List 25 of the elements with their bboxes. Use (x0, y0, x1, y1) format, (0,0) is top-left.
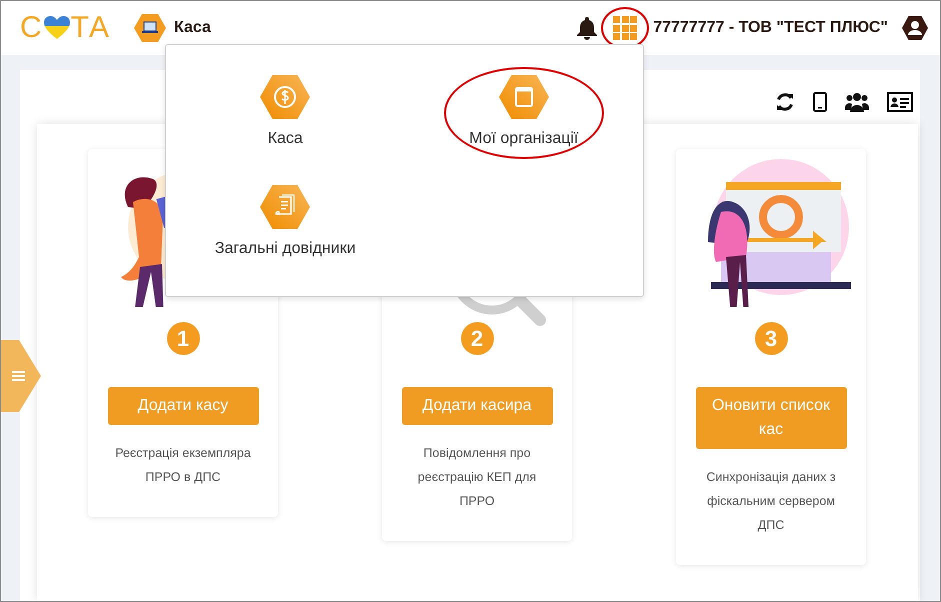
step-description: Реєстрація екземпляра ПРРО в ДПС (114, 445, 252, 486)
document-hexagon-icon (260, 185, 310, 229)
bell-icon[interactable] (577, 16, 598, 40)
organization-name: 77777777 - ТОВ "ТЕСТ ПЛЮС" (653, 18, 888, 38)
window-hexagon-icon (498, 75, 549, 119)
app-menu-item[interactable]: Загальні довідники (205, 177, 366, 269)
step-number: 1 (166, 322, 200, 355)
step-number: 3 (754, 322, 788, 355)
menu-icon (12, 371, 25, 381)
step-number: 2 (460, 322, 494, 355)
tablet-icon[interactable] (813, 92, 827, 112)
step-description: Синхронізація даних з фіскальним сервером ДПС (705, 469, 837, 534)
dollar-hexagon-icon (260, 75, 310, 119)
id-card-icon[interactable] (887, 92, 913, 112)
refresh-icon[interactable] (775, 92, 795, 112)
laptop-hexagon-icon (134, 14, 166, 42)
logo-text: ТА (70, 13, 110, 43)
user-hexagon-icon[interactable] (902, 16, 928, 40)
module-title: Каса (174, 18, 211, 38)
step-description: Повідомлення про реєстрацію КЕП для ПРРО (416, 445, 538, 510)
heart-logo-icon (44, 16, 70, 40)
app-menu-item[interactable]: Каса (205, 67, 366, 159)
users-icon[interactable] (845, 92, 869, 112)
app-menu-item[interactable]: Мої організації (444, 67, 604, 159)
logo-text: С (20, 13, 43, 43)
